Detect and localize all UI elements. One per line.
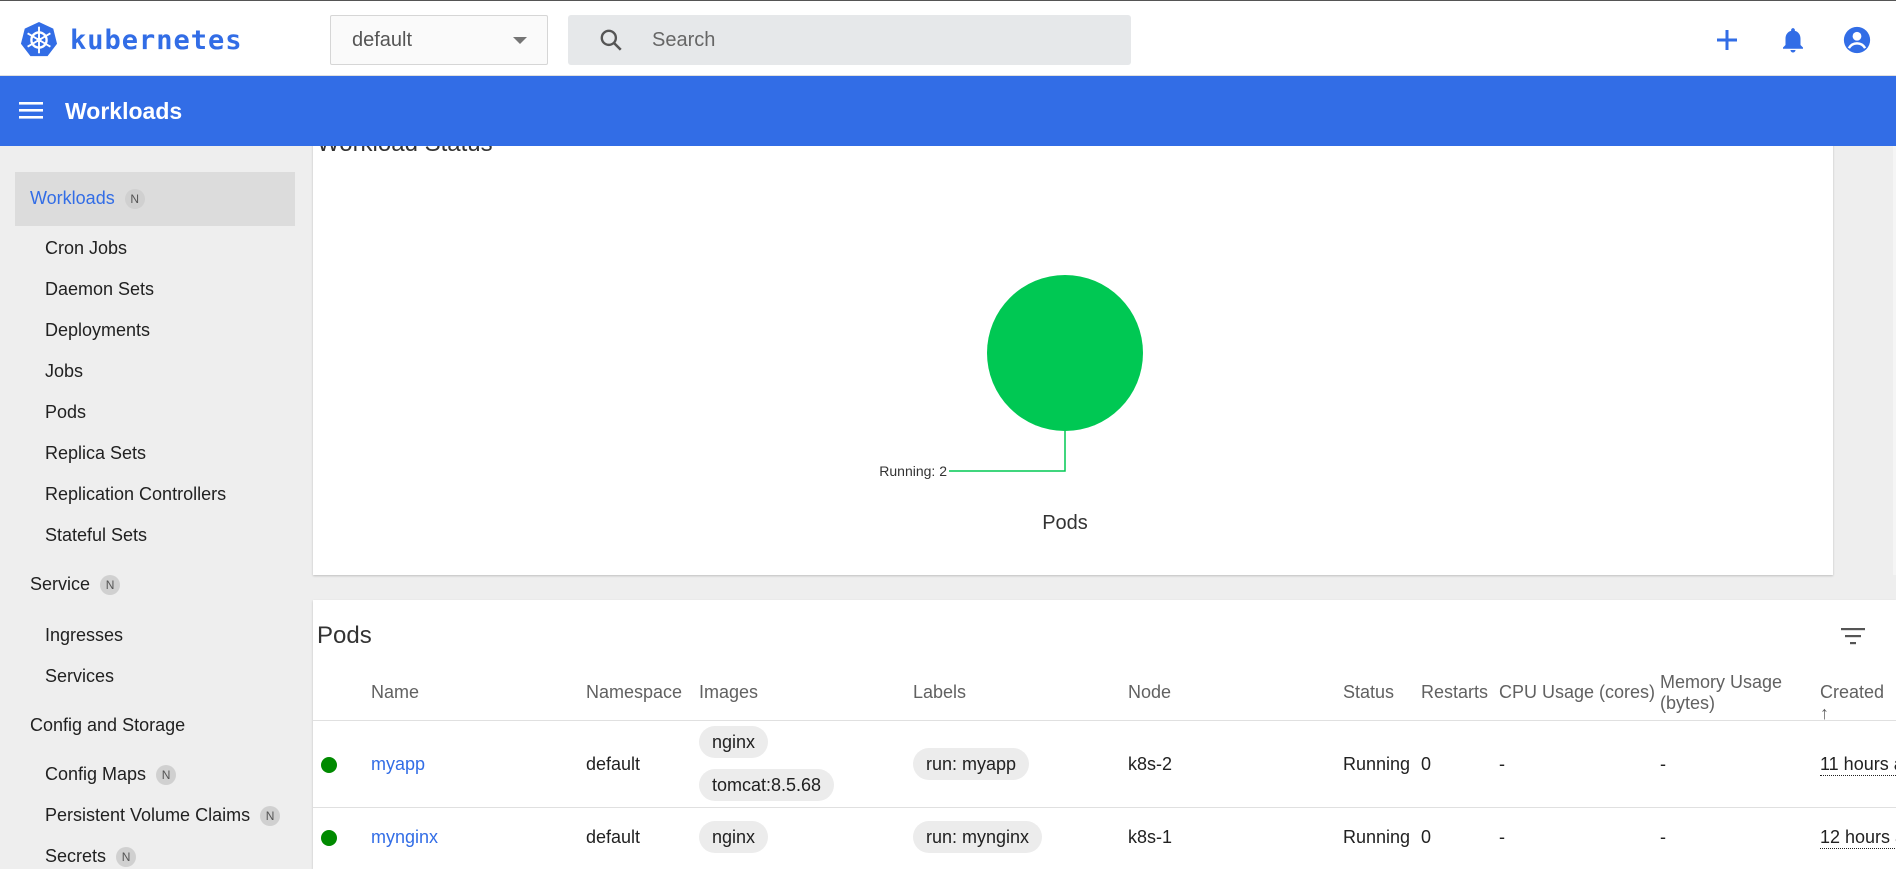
sidebar-item-persistent-volume-claims[interactable]: Persistent Volume Claims N	[45, 805, 281, 826]
image-chip: tomcat:8.5.68	[699, 769, 835, 801]
sidebar-item-label: Service	[30, 574, 91, 594]
sidebar-item-label: Pods	[45, 402, 87, 422]
account-icon[interactable]	[1842, 25, 1872, 55]
sidebar-item-label: Stateful Sets	[45, 525, 148, 545]
column-header-name[interactable]: Name	[371, 682, 419, 703]
sidebar-item-replication-controllers[interactable]: Replication Controllers	[45, 484, 226, 505]
workload-status-card: Workload Status Running: 2Pods	[313, 110, 1833, 575]
sidebar-item-label: Config and Storage	[30, 715, 186, 735]
chart-caption: Pods	[1042, 512, 1088, 534]
app-name: kubernetes	[70, 24, 243, 56]
kubernetes-logo[interactable]: kubernetes	[20, 21, 243, 59]
sidebar-item-label: Ingresses	[45, 625, 124, 645]
sidebar-item-label: Daemon Sets	[45, 279, 155, 299]
pod-name-link[interactable]: myapp	[371, 754, 425, 775]
column-header-node: Node	[1128, 682, 1172, 702]
sidebar-item-label: Config Maps	[45, 764, 147, 784]
pods-title: Pods	[317, 622, 372, 649]
namespaced-badge: N	[116, 846, 137, 867]
pod-node: k8s-1	[1128, 827, 1173, 847]
add-icon[interactable]	[1712, 25, 1742, 55]
label-chip: run: myapp	[913, 748, 1030, 780]
column-header-cpu-usage: CPU Usage (cores)	[1499, 682, 1656, 702]
sidebar-item-secrets[interactable]: Secrets N	[45, 846, 137, 867]
namespace-value: default	[352, 28, 413, 51]
pods-status-chart: Running: 2 Pods	[879, 275, 1143, 534]
pod-name-link[interactable]: mynginx	[371, 827, 438, 848]
sidebar-item-service[interactable]: Service N	[30, 574, 121, 595]
pod-restarts: 0	[1421, 827, 1432, 847]
sidebar-item-label: Workloads	[30, 188, 115, 208]
sidebar-item-label: Jobs	[45, 361, 84, 381]
sidebar-item-stateful-sets[interactable]: Stateful Sets	[45, 525, 147, 546]
sidebar-item-cron-jobs[interactable]: Cron Jobs	[45, 238, 127, 259]
row-divider	[313, 807, 1896, 808]
sidebar: Workloads N Cron Jobs Daemon Sets Deploy…	[0, 146, 312, 869]
pod-namespace: default	[586, 827, 641, 847]
sidebar-item-label: Replication Controllers	[45, 484, 227, 504]
column-header-namespace: Namespace	[586, 682, 683, 702]
sidebar-item-label: Persistent Volume Claims	[45, 805, 251, 825]
status-running-icon	[321, 757, 337, 773]
pie-slice-running[interactable]	[987, 275, 1143, 431]
sidebar-item-label: Secrets	[45, 846, 107, 866]
sidebar-item-label: Cron Jobs	[45, 238, 128, 258]
pod-restarts: 0	[1421, 754, 1432, 774]
pods-card: Pods Name Namespace Images Labels Node S…	[313, 600, 1896, 869]
column-header-restarts: Restarts	[1421, 682, 1489, 702]
pod-memory: -	[1660, 827, 1666, 847]
pod-cpu: -	[1499, 827, 1505, 847]
pod-cpu: -	[1499, 754, 1505, 774]
namespace-select[interactable]: default	[330, 15, 548, 65]
sidebar-item-label: Deployments	[45, 320, 151, 340]
search-bar[interactable]	[568, 15, 1131, 65]
column-header-images: Images	[699, 682, 759, 702]
sidebar-item-pods[interactable]: Pods	[45, 402, 86, 423]
status-running-icon	[321, 830, 337, 846]
search-icon	[600, 29, 622, 51]
sidebar-item-workloads[interactable]: Workloads N	[30, 188, 145, 209]
slice-label: Running: 2	[879, 463, 947, 479]
column-header-created-label: Created	[1820, 682, 1885, 702]
sidebar-item-services[interactable]: Services	[45, 666, 114, 687]
label-chip: run: mynginx	[913, 821, 1043, 853]
sidebar-item-ingresses[interactable]: Ingresses	[45, 625, 123, 646]
search-input[interactable]	[652, 28, 1112, 52]
sidebar-item-daemon-sets[interactable]: Daemon Sets	[45, 279, 154, 300]
namespaced-badge: N	[156, 764, 177, 785]
sidebar-item-deployments[interactable]: Deployments	[45, 320, 150, 341]
pod-created: 12 hours a	[1820, 827, 1896, 849]
sidebar-item-replica-sets[interactable]: Replica Sets	[45, 443, 146, 464]
filter-icon[interactable]	[1840, 625, 1866, 647]
pod-memory: -	[1660, 754, 1666, 774]
kubernetes-helm-icon	[20, 21, 58, 57]
top-bar: kubernetes default	[0, 0, 1896, 76]
pod-node: k8s-2	[1128, 754, 1173, 774]
sidebar-item-jobs[interactable]: Jobs	[45, 361, 83, 382]
pod-status: Running	[1343, 754, 1411, 774]
page-header: Workloads	[0, 76, 1896, 146]
image-chip: nginx	[699, 726, 769, 758]
pod-created: 11 hours a	[1820, 754, 1896, 776]
image-chip: nginx	[699, 821, 769, 853]
pod-status: Running	[1343, 827, 1411, 847]
row-divider	[313, 720, 1896, 721]
dropdown-arrow-icon	[513, 37, 527, 44]
notifications-bell-icon[interactable]	[1778, 25, 1808, 55]
slice-leader-line	[949, 431, 1066, 472]
namespaced-badge: N	[100, 574, 121, 595]
sidebar-item-label: Services	[45, 666, 115, 686]
column-header-labels: Labels	[913, 682, 967, 702]
namespaced-badge: N	[260, 805, 281, 826]
sidebar-item-config-maps[interactable]: Config Maps N	[45, 764, 177, 785]
sidebar-item-config-and-storage[interactable]: Config and Storage	[30, 715, 185, 736]
column-header-created[interactable]: Created ↑	[1820, 682, 1896, 724]
page-title: Workloads	[65, 98, 183, 124]
column-header-status: Status	[1343, 682, 1395, 702]
pod-namespace: default	[586, 754, 641, 774]
namespaced-badge: N	[124, 188, 145, 209]
column-header-memory-usage: Memory Usage (bytes)	[1660, 672, 1783, 713]
menu-icon[interactable]	[17, 98, 45, 122]
sidebar-item-label: Replica Sets	[45, 443, 147, 463]
